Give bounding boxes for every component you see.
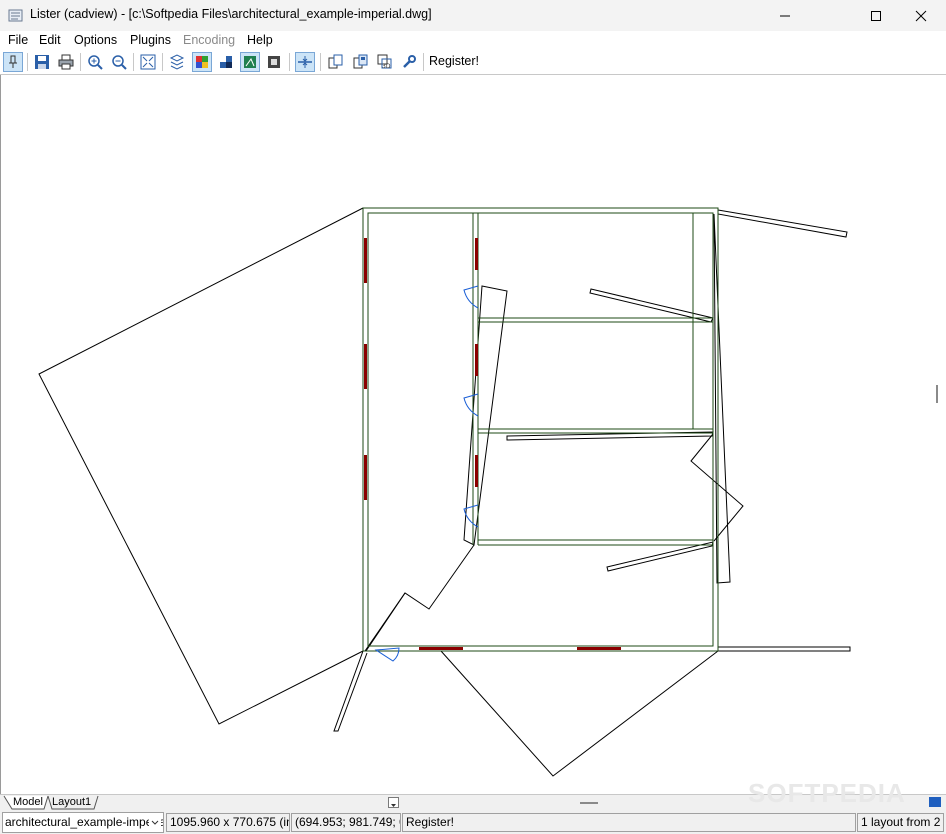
walls bbox=[362, 207, 719, 652]
background-button[interactable] bbox=[264, 52, 284, 72]
drawing-canvas[interactable] bbox=[0, 75, 946, 794]
drawing-bg-button[interactable] bbox=[240, 52, 260, 72]
maximize-button[interactable] bbox=[853, 0, 899, 31]
minimize-icon bbox=[780, 15, 790, 16]
fit-to-window-button[interactable] bbox=[138, 52, 158, 72]
color-mode-button[interactable] bbox=[192, 52, 212, 72]
pin-button[interactable] bbox=[3, 52, 23, 72]
vertical-scroll-grip[interactable] bbox=[936, 385, 938, 403]
drawing-bg-icon bbox=[244, 56, 256, 68]
close-icon bbox=[915, 10, 927, 21]
black-white-icon bbox=[220, 56, 232, 68]
layers-icon bbox=[169, 54, 185, 70]
menu-edit[interactable]: Edit bbox=[39, 33, 61, 47]
file-combo-value: architectural_example-imperial.dwg bbox=[5, 815, 163, 829]
construction-lines bbox=[38, 207, 851, 777]
menu-options[interactable]: Options bbox=[74, 33, 117, 47]
file-combo[interactable]: architectural_example-imperial.dwg bbox=[2, 812, 164, 833]
wrench-icon bbox=[403, 55, 416, 68]
zoom-out-button[interactable] bbox=[109, 52, 129, 72]
copy-icon bbox=[328, 54, 343, 69]
print-button[interactable] bbox=[56, 52, 76, 72]
fit-to-window-icon bbox=[140, 54, 156, 70]
register-link[interactable]: Register! bbox=[429, 54, 479, 68]
tab-layout1[interactable]: Layout1 bbox=[52, 796, 91, 808]
status-register[interactable]: Register! bbox=[402, 813, 856, 832]
status-cursor-coords: (694.953; 981.749; 0) bbox=[291, 813, 401, 832]
status-layout-count: 1 layout from 2 bbox=[857, 813, 944, 832]
print-icon bbox=[58, 54, 74, 70]
close-button[interactable] bbox=[898, 0, 944, 31]
chevron-down-icon[interactable] bbox=[149, 813, 161, 832]
layers-button[interactable] bbox=[167, 52, 187, 72]
copy-bitmap-button[interactable] bbox=[351, 52, 371, 72]
3d-view-button[interactable]: 3D bbox=[375, 52, 395, 72]
move-pan-button[interactable] bbox=[295, 52, 315, 72]
check-icon bbox=[929, 797, 941, 807]
app-icon bbox=[8, 9, 23, 22]
zoom-out-icon bbox=[112, 55, 127, 70]
pin-icon bbox=[9, 55, 17, 68]
doors bbox=[374, 285, 479, 662]
status-bar: architectural_example-imperial.dwg 1095.… bbox=[0, 810, 946, 834]
chevron-down-icon bbox=[391, 804, 396, 807]
zoom-in-icon bbox=[88, 55, 103, 70]
background-icon bbox=[268, 56, 280, 68]
status-extents: 1095.960 x 770.675 (in) bbox=[166, 813, 290, 832]
save-icon bbox=[35, 55, 49, 69]
tab-model[interactable]: Model bbox=[13, 796, 43, 808]
3d-view-icon: 3D bbox=[377, 54, 392, 70]
copy-bitmap-icon bbox=[353, 54, 368, 69]
menu-bar: File Edit Options Plugins Encoding Help bbox=[0, 31, 946, 50]
softpedia-watermark: SOFTPEDIA bbox=[748, 778, 906, 808]
maximize-icon bbox=[871, 10, 881, 21]
tab-dropdown-button[interactable] bbox=[388, 797, 399, 808]
color-mode-icon bbox=[196, 56, 208, 68]
windows bbox=[364, 238, 621, 650]
zoom-in-button[interactable] bbox=[85, 52, 105, 72]
settings-button[interactable] bbox=[399, 52, 419, 72]
floor-plan-drawing bbox=[38, 207, 851, 777]
splitter-grip[interactable] bbox=[580, 802, 598, 804]
menu-file[interactable]: File bbox=[8, 33, 28, 47]
window-title: Lister (cadview) - [c:\Softpedia Files\a… bbox=[30, 7, 432, 21]
minimize-button[interactable] bbox=[762, 0, 808, 31]
copy-button[interactable] bbox=[326, 52, 346, 72]
menu-help[interactable]: Help bbox=[247, 33, 273, 47]
menu-encoding[interactable]: Encoding bbox=[183, 33, 235, 47]
svg-text:3D: 3D bbox=[382, 63, 391, 70]
menu-plugins[interactable]: Plugins bbox=[130, 33, 171, 47]
black-white-button[interactable] bbox=[216, 52, 236, 72]
title-bar: Lister (cadview) - [c:\Softpedia Files\a… bbox=[0, 0, 946, 31]
move-pan-icon bbox=[298, 56, 312, 68]
save-button[interactable] bbox=[32, 52, 52, 72]
